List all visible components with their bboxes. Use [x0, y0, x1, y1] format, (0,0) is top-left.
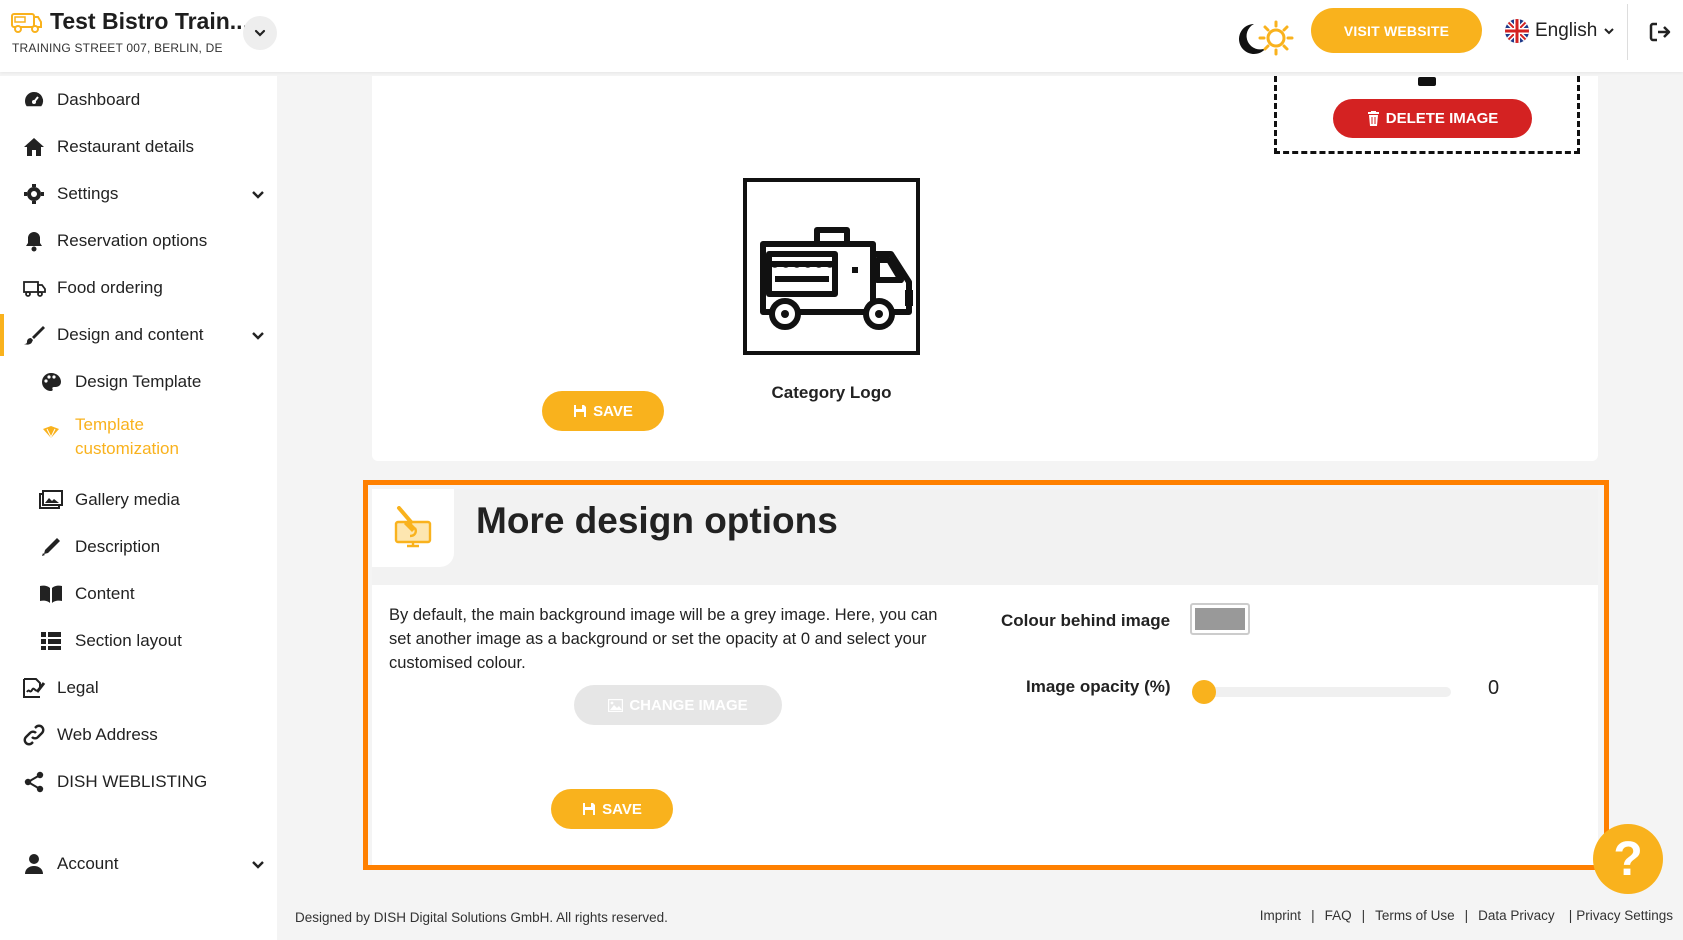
sidebar-item-legal[interactable]: Legal	[0, 668, 277, 708]
gallery-icon	[39, 489, 63, 511]
gear-icon	[22, 183, 46, 205]
footer-separator: |	[1361, 908, 1366, 923]
footer-link-imprint[interactable]: Imprint	[1260, 908, 1301, 923]
sidebar: Dashboard Restaurant details Settings Re…	[0, 76, 277, 940]
sidebar-item-label: Description	[75, 537, 161, 556]
sidebar-item-label: Content	[75, 584, 135, 603]
trash-icon	[1367, 111, 1379, 126]
footer-links: Imprint | FAQ | Terms of Use | Data Priv…	[1260, 908, 1673, 923]
restaurant-address: TRAINING STREET 007, BERLIN, DE	[12, 41, 223, 55]
sidebar-item-label: Gallery media	[75, 490, 180, 509]
logout-icon[interactable]	[1646, 18, 1674, 46]
sidebar-item-label: Legal	[57, 678, 99, 697]
sidebar-item-label: Account	[57, 854, 119, 873]
sidebar-item-reservation-options[interactable]: Reservation options	[0, 221, 277, 261]
sidebar-item-label: DISH WEBLISTING	[57, 772, 208, 791]
footer-separator: |	[1568, 908, 1573, 923]
palette-icon	[39, 371, 63, 393]
highlight-frame	[363, 480, 1609, 870]
sidebar-item-food-ordering[interactable]: Food ordering	[0, 268, 277, 308]
sidebar-item-label: Design and content	[57, 325, 204, 344]
top-bar: Test Bistro Train... TRAINING STREET 007…	[0, 0, 1683, 72]
pen-icon	[39, 536, 63, 558]
sidebar-item-section-layout[interactable]: Section layout	[0, 621, 277, 661]
user-icon	[22, 853, 46, 875]
save-label: SAVE	[593, 402, 633, 420]
food-truck-icon	[760, 227, 913, 330]
sidebar-item-account[interactable]: Account	[0, 844, 277, 884]
footer-copyright: Designed by DISH Digital Solutions GmbH.…	[295, 910, 668, 925]
sidebar-item-template-customization[interactable]: Template customization	[0, 409, 277, 465]
category-logo-label: Category Logo	[771, 383, 892, 402]
sidebar-item-label: Reservation options	[57, 231, 208, 250]
signature-icon	[22, 677, 46, 699]
dashboard-icon	[22, 89, 46, 111]
chevron-down-icon	[252, 332, 264, 340]
sidebar-item-restaurant-details[interactable]: Restaurant details	[0, 127, 277, 167]
image-handle	[1418, 77, 1436, 86]
sidebar-item-label: Template customization	[75, 415, 179, 458]
book-icon	[39, 583, 63, 605]
list-icon	[39, 630, 63, 652]
sidebar-item-label: Food ordering	[57, 278, 163, 297]
theme-toggle-icon[interactable]	[1232, 18, 1300, 58]
sidebar-item-label: Restaurant details	[57, 137, 195, 156]
sidebar-item-dashboard[interactable]: Dashboard	[0, 80, 277, 120]
footer-link-data-privacy[interactable]: Data Privacy	[1478, 908, 1555, 923]
footer-separator: |	[1464, 908, 1469, 923]
footer-link-faq[interactable]: FAQ	[1325, 908, 1352, 923]
sidebar-item-gallery-media[interactable]: Gallery media	[0, 480, 277, 520]
chevron-down-icon	[252, 861, 264, 869]
restaurant-name[interactable]: Test Bistro Train...	[50, 8, 249, 35]
floppy-disk-icon	[574, 405, 587, 417]
home-icon	[22, 136, 46, 158]
restaurant-switch-button[interactable]	[243, 16, 277, 50]
sidebar-item-label: Dashboard	[57, 90, 141, 109]
chevron-down-icon	[254, 29, 266, 37]
sidebar-item-design-and-content[interactable]: Design and content	[0, 315, 277, 355]
uk-flag-icon	[1505, 19, 1529, 43]
sidebar-item-label: Web Address	[57, 725, 158, 744]
food-ordering-icon	[22, 277, 46, 299]
help-button[interactable]: ?	[1593, 824, 1663, 894]
sidebar-item-description[interactable]: Description	[0, 527, 277, 567]
link-icon	[22, 724, 46, 746]
sidebar-item-label: Section layout	[75, 631, 182, 650]
bell-icon	[22, 230, 46, 252]
delete-image-button[interactable]: DELETE IMAGE	[1333, 99, 1532, 138]
share-icon	[22, 771, 46, 793]
sidebar-item-settings[interactable]: Settings	[0, 174, 277, 214]
food-truck-brand-icon	[11, 13, 42, 33]
footer-separator: |	[1311, 908, 1315, 923]
brush-icon	[22, 324, 46, 346]
footer-link-terms[interactable]: Terms of Use	[1375, 908, 1455, 923]
chevron-down-icon	[1604, 28, 1615, 35]
save-logo-button[interactable]: SAVE	[542, 391, 664, 431]
sidebar-item-design-template[interactable]: Design Template	[0, 362, 277, 402]
sidebar-item-label: Settings	[57, 184, 119, 203]
sidebar-item-content[interactable]: Content	[0, 574, 277, 614]
template-icon	[39, 421, 63, 443]
chevron-down-icon	[252, 191, 264, 199]
sidebar-item-web-address[interactable]: Web Address	[0, 715, 277, 755]
question-mark-icon: ?	[1613, 832, 1643, 886]
sidebar-item-label: Design Template	[75, 372, 202, 391]
language-label: English	[1535, 20, 1598, 41]
language-selector[interactable]: English	[1505, 17, 1615, 45]
category-logo-image	[743, 178, 920, 355]
footer-link-privacy-settings[interactable]: Privacy Settings	[1576, 908, 1673, 923]
delete-image-label: DELETE IMAGE	[1385, 110, 1499, 127]
header-divider	[1627, 4, 1628, 60]
sidebar-item-dish-weblisting[interactable]: DISH WEBLISTING	[0, 762, 277, 802]
visit-website-button[interactable]: VISIT WEBSITE	[1311, 8, 1482, 53]
